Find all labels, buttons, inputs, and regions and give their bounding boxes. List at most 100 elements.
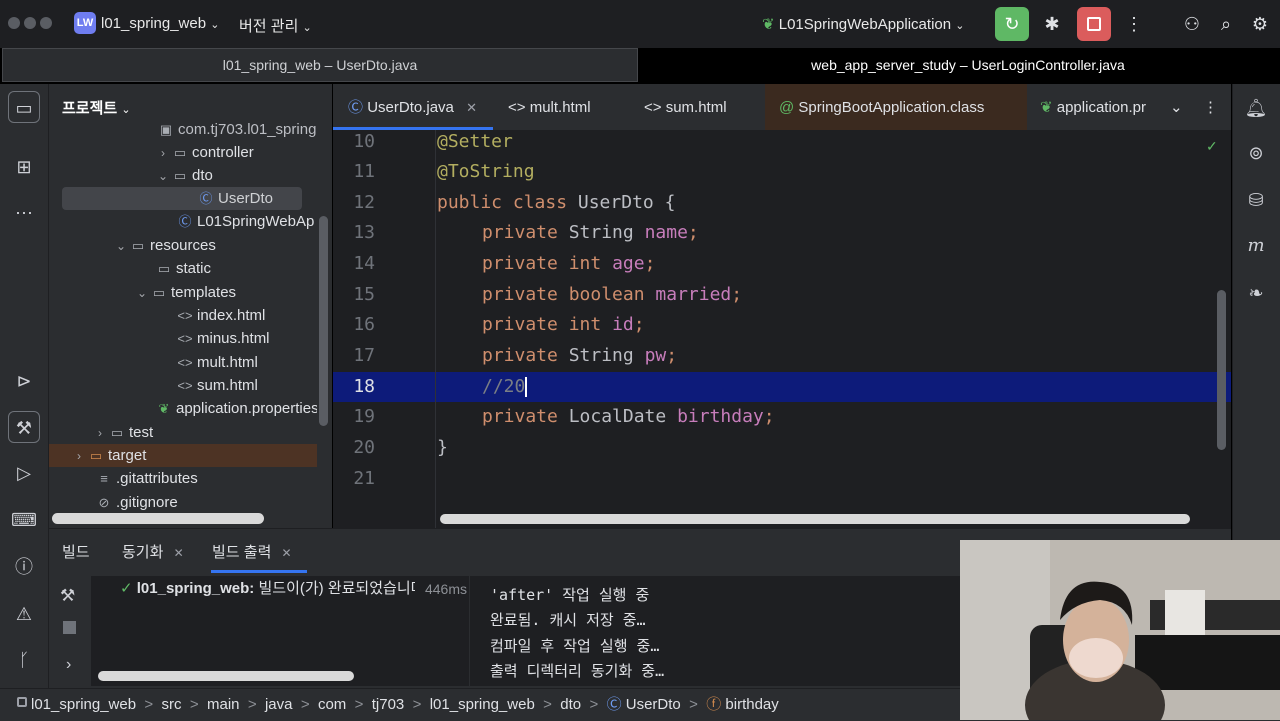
project-horizontal-scrollbar[interactable] — [52, 513, 264, 524]
build-tool-button[interactable]: ⚒ — [8, 411, 40, 443]
hammer-icon: ⚒ — [15, 418, 33, 438]
git-tool-button[interactable]: ᚴ — [8, 644, 40, 676]
editor-horizontal-scrollbar[interactable] — [440, 514, 1190, 524]
expand-button[interactable]: › — [66, 656, 71, 674]
editor-vertical-scrollbar[interactable] — [1217, 290, 1226, 450]
editor-tab-userdto[interactable]: Ⓒ UserDto.java ✕ — [348, 84, 477, 130]
close-icon[interactable]: ✕ — [466, 100, 477, 115]
build-tree-scrollbar[interactable] — [98, 671, 354, 681]
tree-item-sum-html[interactable]: <> sum.html — [176, 374, 257, 397]
vcs-menu[interactable]: 버전 관리 ⌄ — [239, 15, 312, 36]
build-hammer-button[interactable]: ⚒ — [60, 586, 75, 606]
more-tools-button[interactable]: ⋯ — [8, 197, 40, 229]
tree-item-resources[interactable]: ⌄ ▭ resources — [113, 234, 216, 257]
tab-list-button[interactable]: ⌄ — [1170, 84, 1183, 130]
tree-item-index-html[interactable]: <> index.html — [176, 304, 265, 327]
tree-item-dto[interactable]: ⌄ ▭ dto — [155, 164, 213, 187]
window-zoom-button[interactable] — [40, 17, 52, 29]
tree-item-test[interactable]: › ▭ test — [92, 421, 153, 444]
breadcrumb-item[interactable]: birthday — [725, 696, 778, 713]
checkmark-icon[interactable]: ✓ — [1206, 138, 1218, 155]
tree-item-label: .gitignore — [116, 494, 178, 511]
tree-item-userdto[interactable]: Ⓒ UserDto — [197, 187, 273, 210]
add-user-button[interactable]: ⚇ — [1176, 10, 1208, 38]
tree-item-static[interactable]: ▭ static — [155, 257, 211, 280]
breadcrumb-item[interactable]: src — [162, 696, 182, 713]
run-tool-button[interactable]: ▷ — [8, 457, 40, 489]
tab-sync[interactable]: 동기화 ✕ — [122, 541, 184, 565]
build-status-row[interactable]: ✓ l01_spring_web: 빌드이(가) 완료되었습니다 — [120, 578, 465, 600]
maven-button[interactable]: m — [1240, 230, 1272, 262]
tree-item-mult-html[interactable]: <> mult.html — [176, 351, 258, 374]
search-button[interactable]: ⌕ — [1210, 10, 1242, 38]
editor-tab-springbootapplication[interactable]: @ SpringBootApplication.class — [779, 84, 984, 130]
tree-item-target[interactable]: › ▭ target — [71, 444, 146, 467]
project-vertical-scrollbar[interactable] — [319, 216, 328, 426]
editor-more-button[interactable]: ⋮ — [1203, 84, 1218, 130]
breadcrumb-item[interactable]: main — [207, 696, 240, 713]
stop-build-button[interactable] — [63, 621, 76, 634]
settings-button[interactable]: ⚙ — [1244, 10, 1276, 38]
project-badge[interactable]: LW — [74, 12, 96, 34]
chevron-right-icon: › — [98, 426, 102, 440]
notifications-button[interactable]: 🔔︎ — [1240, 92, 1272, 124]
tree-item-gitignore[interactable]: ⊘ .gitignore — [95, 491, 178, 514]
tree-item-templates[interactable]: ⌄ ▭ templates — [134, 281, 236, 304]
more-actions-button[interactable]: ⋮ — [1118, 10, 1150, 38]
window-close-button[interactable] — [8, 17, 20, 29]
project-tool-button[interactable]: ▭ — [8, 91, 40, 123]
terminal-tool-button[interactable]: ⌨ — [8, 504, 40, 536]
annotation-token: @ToString — [437, 161, 535, 182]
ignore-file-icon: ⊘ — [98, 495, 110, 510]
debug-button[interactable]: ✱ — [1036, 10, 1068, 38]
window-tab-active[interactable]: l01_spring_web – UserDto.java — [2, 48, 638, 82]
breadcrumb-separator: > — [684, 696, 703, 713]
run-config-selector[interactable]: ❦ L01SpringWebApplication ⌄ — [762, 15, 964, 33]
tree-item-controller[interactable]: › ▭ controller — [155, 141, 254, 164]
tree-item-gitattributes[interactable]: ≡ .gitattributes — [95, 467, 198, 490]
tab-build-output[interactable]: 빌드 출력 ✕ — [212, 541, 292, 565]
window-tab-other[interactable]: web_app_server_study – UserLoginControll… — [660, 48, 1276, 82]
tree-item-label: mult.html — [197, 354, 258, 371]
tree-item-minus-html[interactable]: <> minus.html — [176, 327, 269, 350]
tree-item-label: com.tj703.l01_spring — [178, 121, 317, 138]
chevron-down-icon: ⌄ — [136, 286, 148, 300]
maven-icon: m — [1247, 235, 1265, 256]
close-icon[interactable]: ✕ — [282, 546, 292, 560]
structure-tool-button[interactable]: ⊞ — [8, 151, 40, 183]
window-minimize-button[interactable] — [24, 17, 36, 29]
project-panel-header[interactable]: 프로젝트 ⌄ — [62, 97, 131, 118]
tree-item-package[interactable]: ▣ com.tj703.l01_spring — [157, 118, 317, 141]
ai-assistant-button[interactable]: ⊚ — [1240, 137, 1272, 169]
tree-item-application-properties[interactable]: ❦ application.properties — [155, 397, 317, 420]
todo-tool-button[interactable]: ⚠ — [8, 598, 40, 630]
project-switcher[interactable]: l01_spring_web ⌄ — [101, 15, 219, 32]
problems-tool-button[interactable]: ⓘ — [8, 551, 40, 583]
services-tool-button[interactable]: ⊳ — [8, 365, 40, 397]
code-line-11: @ToString — [437, 157, 535, 187]
close-icon[interactable]: ✕ — [174, 546, 184, 560]
breadcrumb-item[interactable]: tj703 — [372, 696, 405, 713]
breadcrumb-item[interactable]: dto — [560, 696, 581, 713]
line-number: 20 — [353, 437, 375, 458]
tab-build[interactable]: 빌드 — [62, 541, 90, 565]
tree-item-application-class[interactable]: Ⓒ L01SpringWebAp — [176, 210, 314, 233]
database-button[interactable]: ⛁ — [1240, 184, 1272, 216]
breadcrumb-separator: > — [243, 696, 261, 713]
field-token: birthday — [677, 406, 764, 427]
stop-button[interactable] — [1077, 7, 1111, 41]
editor-tab-sum-html[interactable]: <> sum.html — [644, 84, 727, 130]
chevron-down-icon: ⌄ — [121, 104, 131, 116]
breadcrumb-item[interactable]: UserDto — [626, 696, 681, 713]
rerun-button[interactable]: ↻ — [995, 7, 1029, 41]
gradle-button[interactable]: ❧ — [1240, 277, 1272, 309]
breadcrumb-item[interactable]: l01_spring_web — [31, 696, 136, 713]
html-icon: <> — [177, 378, 193, 393]
breadcrumb-item[interactable]: l01_spring_web — [430, 696, 535, 713]
editor-tab-application-properties[interactable]: ❦ application.pr — [1040, 84, 1152, 130]
semicolon-token: ; — [763, 406, 775, 427]
breadcrumb-item[interactable]: java — [265, 696, 293, 713]
editor-tab-mult-html[interactable]: <> mult.html — [508, 84, 591, 130]
breadcrumb-item[interactable]: com — [318, 696, 346, 713]
build-tab-indicator — [211, 570, 307, 573]
